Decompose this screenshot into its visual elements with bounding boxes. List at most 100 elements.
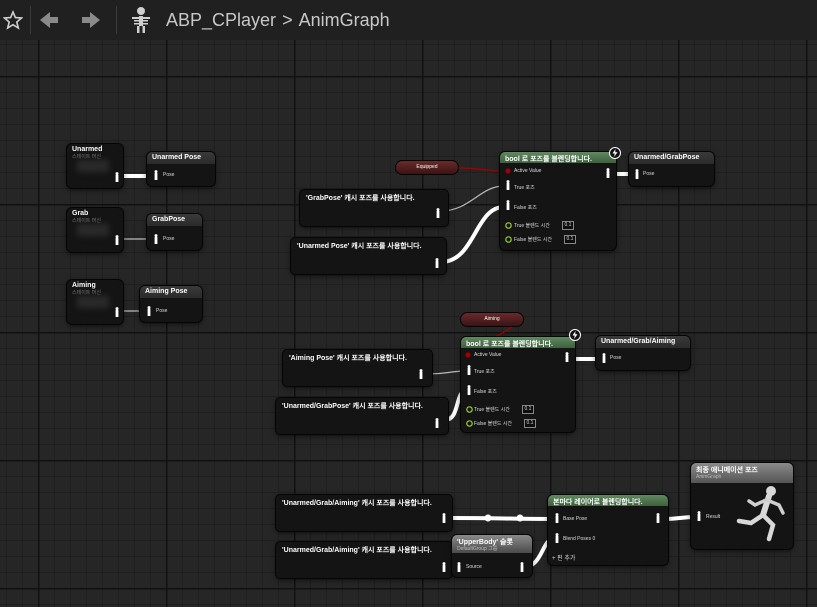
float-pin-icon[interactable]	[466, 420, 473, 427]
pin-label: Result	[706, 514, 721, 520]
use-cached-pose-node[interactable]: 'Unarmed/GrabPose' 캐시 포즈를 사용합니다.	[276, 398, 448, 434]
pose-output-pin-icon[interactable]	[433, 418, 441, 428]
pose-pin-icon[interactable]	[465, 365, 473, 375]
node-title: Aiming Pose	[140, 286, 202, 298]
pose-pin-icon[interactable]	[113, 235, 121, 245]
pin-label: False 포즈	[514, 205, 537, 211]
toolbar-divider	[116, 6, 117, 34]
variable-label: Equipped	[416, 164, 438, 170]
pose-output-pin-icon[interactable]	[604, 168, 612, 178]
blend-by-bool-node[interactable]: bool 로 포즈를 블렌딩합니다. Active Value True 포즈 …	[500, 147, 621, 250]
node-title: bool 로 포즈를 블렌딩합니다.	[461, 337, 575, 348]
thumbnail-blur	[77, 160, 109, 172]
pose-pin-icon[interactable]	[504, 180, 512, 190]
save-pose-aiming[interactable]: Aiming Pose Pose	[140, 286, 202, 322]
pose-pin-icon[interactable]	[553, 533, 561, 543]
use-cached-pose-node[interactable]: 'Unarmed Pose' 캐시 포즈를 사용합니다.	[291, 238, 446, 274]
state-machine-grab[interactable]: Grab 스테이트 머신	[67, 208, 123, 252]
state-machine-unarmed[interactable]: Unarmed 스테이트 머신	[67, 144, 123, 188]
save-pose-grab[interactable]: GrabPose Pose	[147, 214, 202, 250]
pin-label: Pose	[643, 171, 655, 177]
pose-pin-icon[interactable]	[152, 234, 160, 244]
pose-pin-icon[interactable]	[553, 513, 561, 523]
running-mannequin-icon	[736, 486, 785, 542]
layered-blend-per-bone-node[interactable]: 본마다 레이어로 블렌딩합니다. Base Pose Blend Poses 0…	[548, 495, 668, 565]
pose-pin-icon[interactable]	[145, 306, 153, 316]
toolbar-divider	[30, 6, 31, 34]
pose-output-pin-icon[interactable]	[417, 369, 425, 379]
save-pose-unarmed-grab-aiming[interactable]: Unarmed/Grab/Aiming Pose	[596, 336, 690, 370]
pose-output-pin-icon[interactable]	[440, 513, 448, 523]
pose-pin-icon[interactable]	[633, 169, 641, 179]
pose-output-pin-icon[interactable]	[654, 513, 662, 523]
node-title: 'GrabPose' 캐시 포즈를 사용합니다.	[306, 195, 415, 202]
float-pin-icon[interactable]	[505, 236, 512, 243]
equipped-variable[interactable]: Equipped	[396, 161, 458, 174]
pin-label: True 블렌드 시간	[514, 223, 550, 229]
add-pin-label: 핀 추가	[557, 556, 576, 562]
pose-pin-icon[interactable]	[455, 562, 463, 572]
false-blend-time-input[interactable]: 0.1	[524, 419, 536, 428]
node-title: 'Unarmed/Grab/Aiming' 캐시 포즈를 사용합니다.	[282, 500, 432, 507]
pose-output-pin-icon[interactable]	[434, 208, 442, 218]
pin-label: False 블렌드 시간	[514, 237, 553, 243]
aiming-variable[interactable]: Aiming	[461, 313, 523, 326]
pose-pin-icon[interactable]	[504, 200, 512, 210]
node-title: Unarmed/GrabPose	[629, 152, 714, 164]
breadcrumb-separator: >	[282, 10, 293, 30]
pin-label: Active Value	[514, 168, 542, 174]
pose-pin-icon[interactable]	[113, 307, 121, 317]
pose-output-pin-icon[interactable]	[518, 562, 526, 572]
blend-by-bool-node[interactable]: bool 로 포즈를 블렌딩합니다. Active Value True 포즈 …	[461, 329, 581, 432]
pose-output-pin-icon[interactable]	[563, 352, 571, 362]
star-icon[interactable]	[2, 4, 24, 36]
float-pin-icon[interactable]	[505, 222, 512, 229]
pin-label: Base Pose	[563, 516, 588, 522]
pose-output-pin-icon[interactable]	[433, 258, 441, 268]
anim-graph-canvas[interactable]: Unarmed 스테이트 머신 Grab 스테이트 머신 Aiming 스테이트…	[0, 40, 817, 607]
breadcrumb-graph[interactable]: AnimGraph	[299, 10, 390, 30]
pose-pin-icon[interactable]	[600, 353, 608, 363]
back-arrow-icon[interactable]	[36, 4, 62, 36]
use-cached-pose-node[interactable]: 'Unarmed/Grab/Aiming' 캐시 포즈를 사용합니다.	[276, 542, 452, 578]
true-blend-time-input[interactable]: 0.1	[562, 221, 574, 230]
use-cached-pose-node[interactable]: 'GrabPose' 캐시 포즈를 사용합니다.	[300, 190, 448, 226]
lightning-icon	[569, 329, 581, 341]
state-machine-aiming[interactable]: Aiming 스테이트 머신	[67, 280, 123, 324]
save-pose-unarmed[interactable]: Unarmed Pose Pose	[147, 152, 215, 186]
pose-pin-icon[interactable]	[152, 170, 160, 180]
breadcrumb-asset[interactable]: ABP_CPlayer	[166, 10, 276, 30]
node-title: Unarmed/Grab/Aiming	[596, 336, 690, 348]
pin-label: False 포즈	[474, 389, 497, 395]
wire-blend1-active	[455, 167, 507, 172]
bool-pin-icon[interactable]	[505, 168, 511, 174]
slot-node[interactable]: 'UpperBody' 슬롯 DefaultGroup 그룹 Source	[452, 535, 532, 577]
node-title: 'Unarmed Pose' 캐시 포즈를 사용합니다.	[297, 243, 422, 250]
pin-label: True 포즈	[474, 369, 495, 375]
pin-label: True 포즈	[514, 185, 535, 191]
lightning-icon	[609, 147, 621, 159]
node-subtitle: AnimGraph	[696, 474, 722, 480]
false-blend-time-input[interactable]: 0.1	[564, 235, 576, 244]
pin-label: Pose	[163, 172, 175, 178]
pin-label: Pose	[163, 236, 175, 242]
true-blend-time-input[interactable]: 0.1	[522, 405, 534, 414]
pose-output-pin-icon[interactable]	[440, 562, 448, 572]
forward-arrow-icon[interactable]	[78, 4, 104, 36]
save-pose-unarmed-grab[interactable]: Unarmed/GrabPose Pose	[629, 152, 714, 186]
node-title: Unarmed Pose	[147, 152, 215, 164]
use-cached-pose-node[interactable]: 'Unarmed/Grab/Aiming' 캐시 포즈를 사용합니다.	[276, 495, 452, 531]
pose-pin-icon[interactable]	[695, 511, 703, 521]
output-pose-node[interactable]: 최종 애니메이션 포즈 AnimGraph Result	[691, 463, 793, 549]
float-pin-icon[interactable]	[466, 406, 473, 413]
pin-label: Active Value	[474, 352, 502, 358]
use-cached-pose-node[interactable]: 'Aiming Pose' 캐시 포즈를 사용합니다.	[283, 350, 432, 386]
add-pin-button[interactable]: + 핀 추가	[552, 553, 575, 562]
pin-label: Pose	[156, 308, 168, 314]
bool-pin-icon[interactable]	[465, 352, 471, 358]
node-title: 'Aiming Pose' 캐시 포즈를 사용합니다.	[289, 355, 407, 362]
reroute-dot	[516, 514, 524, 522]
node-title: 최종 애니메이션 포즈	[691, 463, 793, 483]
pose-pin-icon[interactable]	[113, 172, 121, 182]
pose-pin-icon[interactable]	[465, 385, 473, 395]
